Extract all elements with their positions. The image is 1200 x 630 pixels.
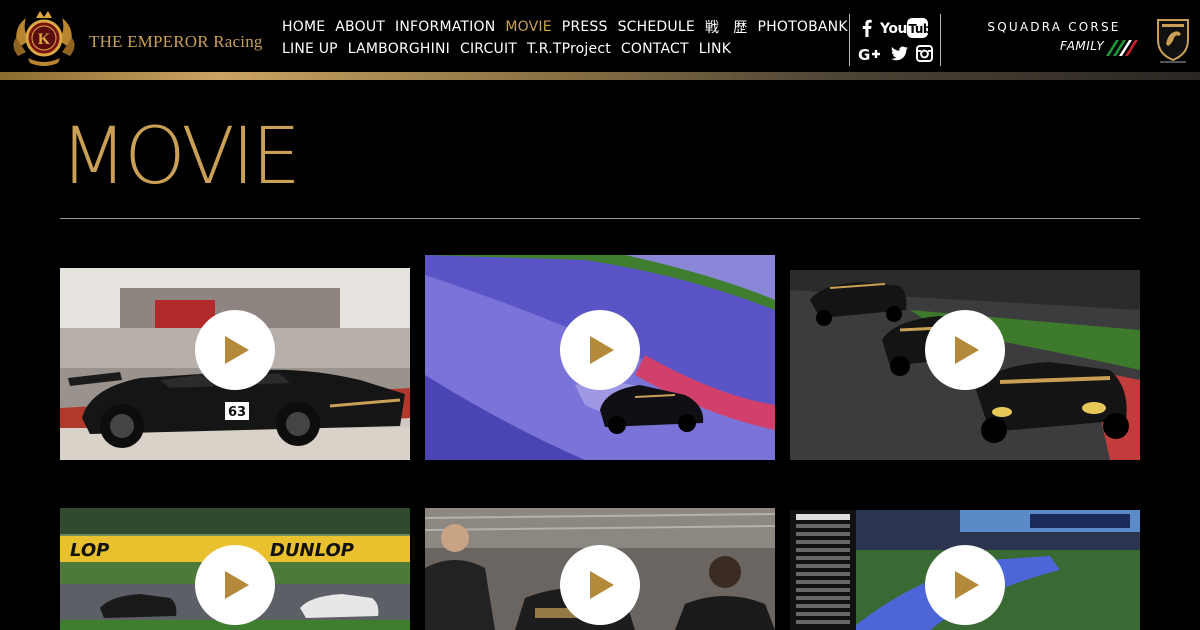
play-button[interactable] (195, 545, 275, 625)
italian-flag-stripes-icon (1106, 40, 1138, 56)
google-plus-icon[interactable]: G (858, 46, 882, 62)
nav-link-circuit[interactable]: CIRCUIT (460, 41, 517, 57)
play-button[interactable] (195, 310, 275, 390)
svg-text:LOP: LOP (70, 540, 109, 561)
nav-link-line-up[interactable]: LINE UP (282, 41, 338, 57)
nav-link-schedule[interactable]: SCHEDULE (618, 19, 695, 35)
youtube-icon[interactable]: You Tube (879, 17, 940, 39)
social-links: You Tube G (858, 16, 940, 68)
title-divider (60, 218, 1140, 219)
nav-link-senreki[interactable]: 戦 歴 (705, 17, 748, 37)
play-icon (590, 336, 614, 364)
svg-text:DUNLOP: DUNLOP (270, 540, 354, 561)
nav-row-1: HOME ABOUT INFORMATION MOVIE PRESS SCHEDULE 戦 … (282, 16, 848, 38)
nav-row-2: LINE UP LAMBORGHINI CIRCUIT T.R.TProject CON… (282, 38, 842, 60)
nav-link-press[interactable]: PRESS (562, 19, 608, 35)
nav-link-about[interactable]: ABOUT (335, 19, 385, 35)
instagram-icon[interactable] (916, 45, 933, 62)
play-icon (225, 336, 249, 364)
play-button[interactable] (560, 545, 640, 625)
nav-link-contact[interactable]: CONTACT (621, 41, 689, 57)
twitter-icon[interactable] (891, 46, 908, 61)
nav-link-link[interactable]: LINK (699, 41, 731, 57)
video-thumbnail[interactable] (790, 270, 1140, 460)
video-thumbnail[interactable] (790, 510, 1140, 630)
nav-divider-left (849, 14, 850, 66)
play-icon (955, 336, 979, 364)
play-icon (225, 571, 249, 599)
brand-name[interactable]: THE EMPEROR Racing (89, 32, 263, 52)
nav-link-photobank[interactable]: PHOTOBANK (758, 19, 848, 35)
play-button[interactable] (560, 310, 640, 390)
emperor-crest-logo[interactable]: K (8, 8, 80, 70)
svg-text:K: K (38, 31, 51, 48)
svg-text:63: 63 (228, 405, 246, 420)
svg-text:Tube: Tube (909, 22, 929, 36)
svg-text:You: You (880, 21, 907, 37)
video-thumbnail[interactable]: 63 (60, 268, 410, 460)
facebook-icon[interactable] (862, 19, 872, 37)
main-nav: HOME ABOUT INFORMATION MOVIE PRESS SCHEDULE 戦 … (282, 16, 848, 60)
squadra-corse-text: SQUADRA CORSE (987, 20, 1120, 34)
play-button[interactable] (925, 545, 1005, 625)
video-thumbnail[interactable] (425, 255, 775, 460)
site-header: K THE EMPEROR Racing HOME ABOUT INFORMATIO… (0, 0, 1200, 80)
nav-link-information[interactable]: INFORMATION (395, 19, 495, 35)
svg-text:G: G (858, 46, 870, 62)
play-icon (590, 571, 614, 599)
lamborghini-shield-icon[interactable] (1154, 16, 1192, 64)
nav-divider-right (940, 14, 941, 66)
nav-link-t-r-tproject[interactable]: T.R.TProject (527, 41, 611, 57)
video-thumbnail[interactable]: LOP DUNLOP (60, 508, 410, 630)
squadra-corse-logo[interactable]: SQUADRA CORSE (965, 20, 1143, 34)
nav-link-lamborghini[interactable]: LAMBORGHINI (348, 41, 450, 57)
nav-link-movie[interactable]: MOVIE (505, 19, 551, 35)
play-button[interactable] (925, 310, 1005, 390)
page-title: MOVIE (60, 112, 301, 202)
video-thumbnail[interactable] (425, 508, 775, 630)
play-icon (955, 571, 979, 599)
nav-link-home[interactable]: HOME (282, 19, 325, 35)
header-gold-rule (0, 72, 1200, 80)
family-label: FAMILY (1060, 39, 1105, 53)
